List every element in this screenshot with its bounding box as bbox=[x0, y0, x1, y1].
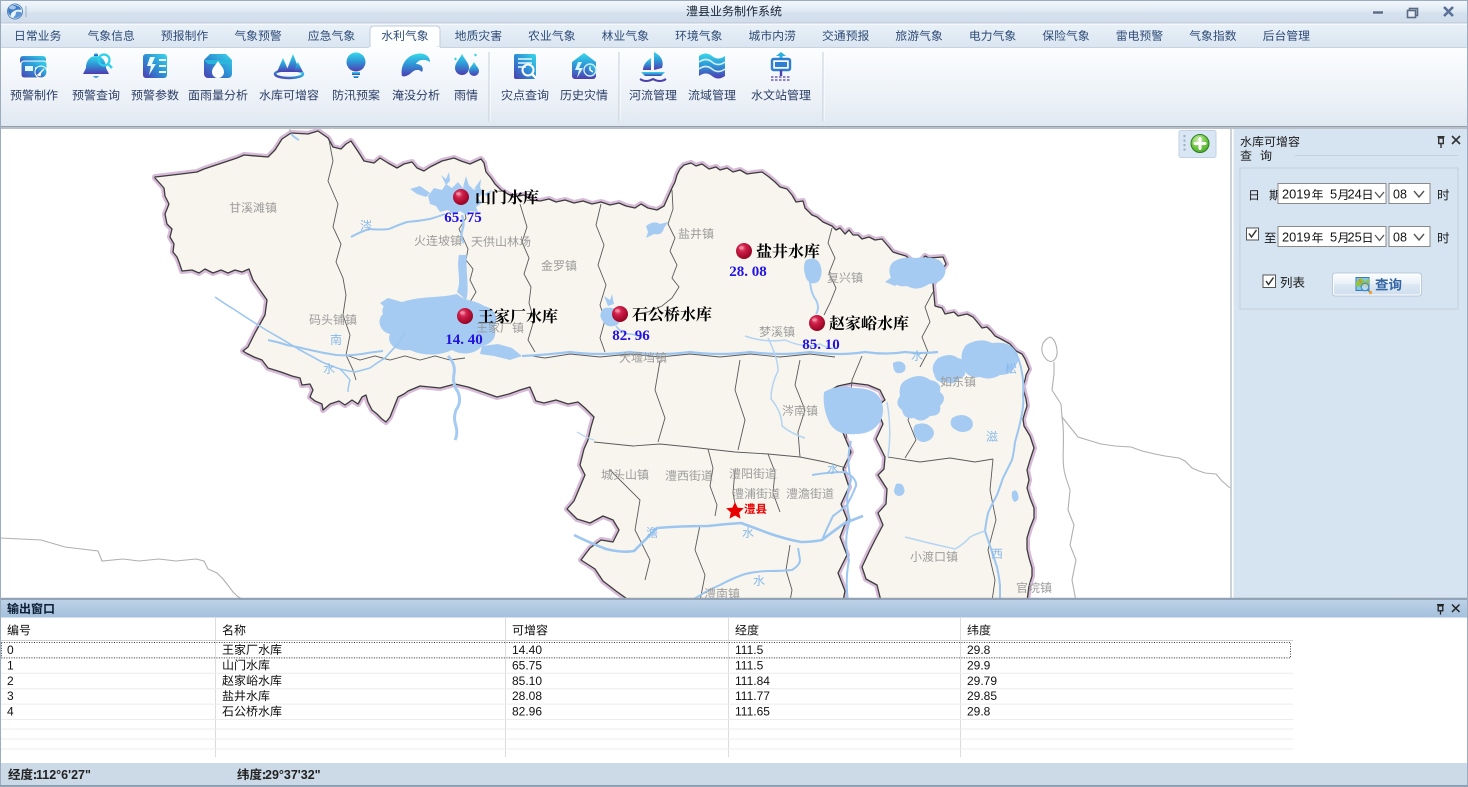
svg-text:29°37'32": 29°37'32" bbox=[265, 768, 321, 782]
svg-text:0: 0 bbox=[7, 643, 14, 657]
svg-text:65.75: 65.75 bbox=[512, 658, 542, 672]
svg-text:112°6'27": 112°6'27" bbox=[36, 768, 91, 782]
svg-text:111.5: 111.5 bbox=[735, 643, 764, 657]
svg-text:08: 08 bbox=[1393, 188, 1407, 202]
svg-text:85.10: 85.10 bbox=[512, 674, 542, 688]
svg-text:24: 24 bbox=[1348, 187, 1362, 202]
svg-text:65. 75: 65. 75 bbox=[444, 210, 482, 226]
svg-text:5: 5 bbox=[1330, 187, 1337, 202]
svg-text:14.40: 14.40 bbox=[512, 643, 542, 657]
svg-text:2019: 2019 bbox=[1282, 230, 1310, 245]
svg-text:29.9: 29.9 bbox=[967, 658, 991, 672]
svg-text:111.65: 111.65 bbox=[735, 705, 770, 719]
svg-text:2019: 2019 bbox=[1282, 187, 1310, 202]
svg-text:29.85: 29.85 bbox=[967, 689, 997, 703]
svg-text:29.79: 29.79 bbox=[967, 674, 997, 688]
svg-text:82.96: 82.96 bbox=[512, 705, 542, 719]
svg-text:111.84: 111.84 bbox=[735, 674, 770, 688]
svg-text:111.77: 111.77 bbox=[735, 689, 770, 703]
svg-text:3: 3 bbox=[7, 689, 14, 703]
svg-text:14. 40: 14. 40 bbox=[445, 332, 483, 348]
svg-text:28.08: 28.08 bbox=[512, 689, 542, 703]
svg-text:28. 08: 28. 08 bbox=[729, 264, 767, 280]
svg-text:29.8: 29.8 bbox=[967, 643, 991, 657]
svg-text:25: 25 bbox=[1348, 230, 1362, 245]
svg-text:5: 5 bbox=[1330, 230, 1337, 245]
svg-text:2: 2 bbox=[7, 674, 14, 688]
svg-text:1: 1 bbox=[7, 658, 14, 672]
svg-text:08: 08 bbox=[1393, 231, 1407, 245]
svg-text:4: 4 bbox=[7, 705, 14, 719]
svg-text:85. 10: 85. 10 bbox=[802, 337, 840, 353]
svg-text:29.8: 29.8 bbox=[967, 705, 991, 719]
svg-text:82. 96: 82. 96 bbox=[612, 328, 650, 344]
svg-text:111.5: 111.5 bbox=[735, 658, 764, 672]
